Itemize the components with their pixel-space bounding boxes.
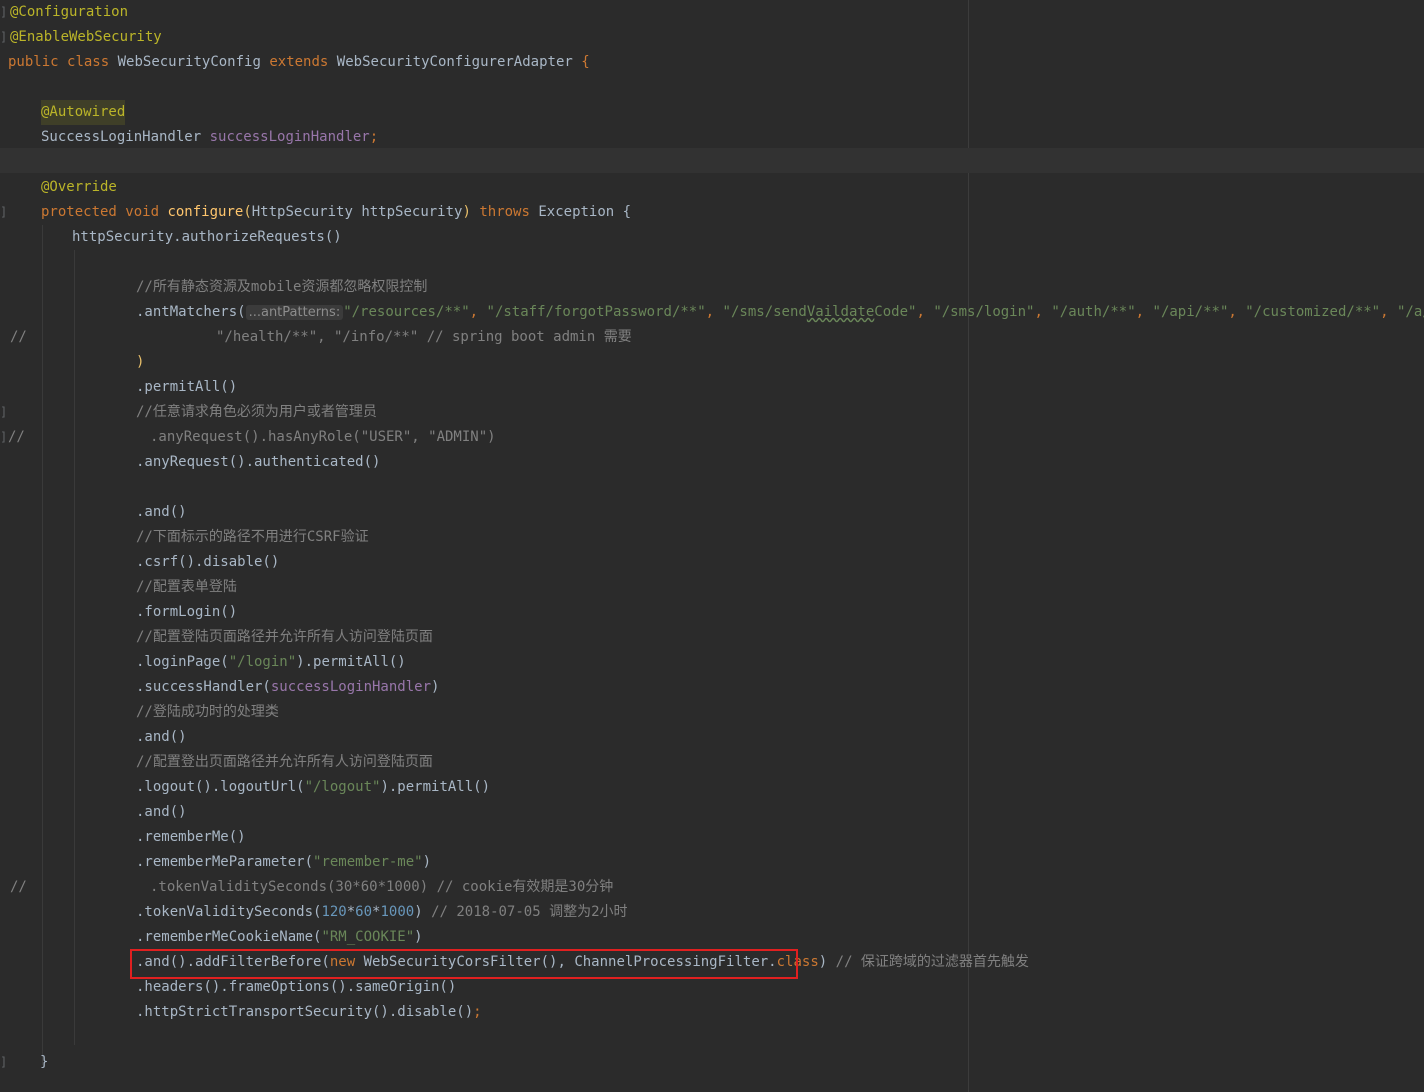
code-line[interactable]: //配置表单登陆 [0, 575, 237, 600]
code-line[interactable]: httpSecurity.authorizeRequests() [0, 225, 342, 250]
login-page-call: .loginPage("/login").permitAll() [136, 654, 406, 670]
code-comment: //任意请求角色必须为用户或者管理员 [136, 404, 377, 420]
code-line[interactable]: // "/health/**", "/info/**" // spring bo… [0, 325, 632, 350]
code-text: .and() [136, 729, 187, 745]
code-line[interactable]: .csrf().disable() [0, 550, 279, 575]
code-line[interactable]: .and() [0, 800, 187, 825]
code-line[interactable]: .and() [0, 500, 187, 525]
code-line[interactable]: //所有静态资源及mobile资源都忽略权限控制 [0, 275, 427, 300]
code-line[interactable]: .and() [0, 725, 187, 750]
code-line[interactable]: //登陆成功时的处理类 [0, 700, 279, 725]
code-line[interactable]: .anyRequest().authenticated() [0, 450, 380, 475]
parameter-hint: ...antPatterns: [245, 305, 344, 320]
code-line[interactable]: .successHandler(successLoginHandler) [0, 675, 439, 700]
code-comment: //配置登出页面路径并允许所有人访问登陆页面 [136, 754, 433, 770]
code-text: .permitAll() [136, 379, 238, 395]
current-line-highlight [0, 148, 1424, 173]
cookie-name-call: .rememberMeCookieName("RM_COOKIE") [136, 929, 423, 945]
code-line[interactable]: ] protected void configure(HttpSecurity … [0, 200, 631, 225]
code-text: .and() [136, 804, 187, 820]
code-line[interactable]: public class WebSecurityConfig extends W… [0, 50, 590, 75]
code-text: httpSecurity.authorizeRequests() [72, 229, 342, 245]
code-text: .and() [136, 504, 187, 520]
code-line[interactable]: ] // .anyRequest().hasAnyRole("USER", "A… [0, 425, 496, 450]
logout-call: .logout().logoutUrl("/logout").permitAll… [136, 779, 491, 795]
fold-marker-icon[interactable]: ] [0, 400, 7, 425]
code-text: .rememberMe() [136, 829, 246, 845]
code-editor[interactable]: ] @Configuration ] @EnableWebSecurity pu… [0, 0, 1424, 1092]
indent-guide [74, 250, 75, 1045]
field-declaration: SuccessLoginHandler successLoginHandler; [41, 129, 379, 145]
code-line[interactable]: .headers().frameOptions().sameOrigin() [0, 975, 456, 1000]
class-declaration: public class WebSecurityConfig extends W… [8, 54, 590, 70]
line-comment-marker: // [10, 329, 27, 345]
code-text: .anyRequest().authenticated() [136, 454, 381, 470]
remember-param-call: .rememberMeParameter("remember-me") [136, 854, 432, 870]
method-declaration: protected void configure(HttpSecurity ht… [41, 204, 632, 220]
code-line[interactable]: .antMatchers(...antPatterns: "/resources/… [0, 300, 1424, 325]
code-line[interactable]: .httpStrictTransportSecurity().disable()… [0, 1000, 482, 1025]
code-line[interactable]: //配置登出页面路径并允许所有人访问登陆页面 [0, 750, 433, 775]
code-line[interactable]: .rememberMeParameter("remember-me") [0, 850, 431, 875]
code-text: .headers().frameOptions().sameOrigin() [136, 979, 457, 995]
fold-marker-icon[interactable]: ] [0, 425, 7, 450]
annotation: @Override [41, 179, 117, 195]
code-line[interactable]: .rememberMe() [0, 825, 246, 850]
code-text: .formLogin() [136, 604, 238, 620]
code-comment: .anyRequest().hasAnyRole("USER", "ADMIN"… [150, 429, 496, 445]
annotation: @Autowired [41, 100, 126, 125]
success-handler-call: .successHandler(successLoginHandler) [136, 679, 440, 695]
line-comment-marker: // [10, 879, 27, 895]
code-text: ) [136, 354, 145, 370]
code-comment: //配置登陆页面路径并允许所有人访问登陆页面 [136, 629, 433, 645]
code-line[interactable]: ] @EnableWebSecurity [0, 25, 162, 50]
code-line[interactable]: .rememberMeCookieName("RM_COOKIE") [0, 925, 423, 950]
code-line[interactable]: .logout().logoutUrl("/logout").permitAll… [0, 775, 490, 800]
fold-marker-icon[interactable]: ] [0, 1050, 7, 1075]
code-comment: //下面标示的路径不用进行CSRF验证 [136, 529, 369, 545]
indent-guide [42, 225, 43, 1065]
code-line[interactable]: // .tokenValiditySeconds(30*60*1000) // … [0, 875, 613, 900]
code-line[interactable]: .permitAll() [0, 375, 237, 400]
code-line[interactable]: //配置登陆页面路径并允许所有人访问登陆页面 [0, 625, 433, 650]
code-text: .csrf().disable() [136, 554, 280, 570]
code-line[interactable]: .formLogin() [0, 600, 237, 625]
hsts-call: .httpStrictTransportSecurity().disable()… [136, 1004, 482, 1020]
code-comment: //所有静态资源及mobile资源都忽略权限控制 [136, 279, 428, 295]
code-line[interactable]: .tokenValiditySeconds(120*60*1000) // 20… [0, 900, 628, 925]
code-line[interactable]: @Autowired [0, 100, 126, 125]
code-line[interactable]: ] } [0, 1050, 48, 1075]
code-line[interactable]: ) [0, 350, 144, 375]
fold-marker-icon[interactable]: ] [0, 25, 7, 50]
line-comment-marker: // [8, 429, 25, 445]
code-line[interactable]: ] @Configuration [0, 0, 128, 25]
code-line[interactable]: .loginPage("/login").permitAll() [0, 650, 406, 675]
code-line[interactable]: //下面标示的路径不用进行CSRF验证 [0, 525, 369, 550]
code-line[interactable]: .and().addFilterBefore(new WebSecurityCo… [0, 950, 1029, 975]
code-comment: //登陆成功时的处理类 [136, 704, 279, 720]
fold-marker-icon[interactable]: ] [0, 200, 7, 225]
code-comment: //配置表单登陆 [136, 579, 237, 595]
fold-marker-icon[interactable]: ] [0, 0, 7, 25]
ant-matchers-call: .antMatchers(...antPatterns: "/resources/… [136, 304, 1424, 320]
code-line[interactable]: ] //任意请求角色必须为用户或者管理员 [0, 400, 377, 425]
code-comment: .tokenValiditySeconds(30*60*1000) // coo… [150, 879, 614, 895]
spelling-typo: Vaildate [806, 304, 875, 320]
token-validity-call: .tokenValiditySeconds(120*60*1000) // 20… [136, 904, 628, 920]
code-comment: "/health/**", "/info/**" // spring boot … [216, 329, 632, 345]
annotation: @Configuration [10, 4, 129, 20]
annotation: @EnableWebSecurity [10, 29, 162, 45]
method-close-brace: } [40, 1054, 49, 1070]
code-line[interactable]: @Override [0, 175, 117, 200]
code-line[interactable]: SuccessLoginHandler successLoginHandler; [0, 125, 378, 150]
